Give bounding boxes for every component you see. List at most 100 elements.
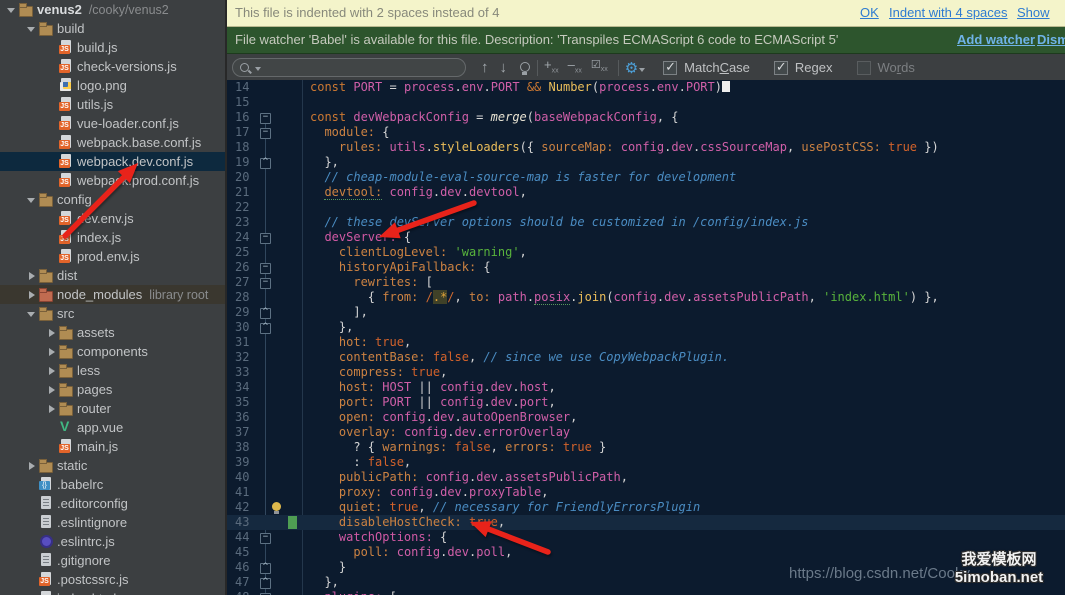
code-line[interactable]: 33 compress: true, [227, 365, 1065, 380]
chevron-right-icon[interactable] [24, 288, 38, 302]
fold-close-icon[interactable]: ^ [260, 323, 271, 334]
code-line[interactable]: 34 host: HOST || config.dev.host, [227, 380, 1065, 395]
tree-item-index-js[interactable]: index.js [0, 228, 225, 247]
code-line[interactable]: 19 ^ }, [227, 155, 1065, 170]
tree-item-build-js[interactable]: build.js [0, 38, 225, 57]
watcher-banner-link-dismiss[interactable]: Dismiss [1037, 27, 1065, 52]
tree-item--babelrc[interactable]: .babelrc [0, 475, 225, 494]
code-line[interactable]: 35 port: PORT || config.dev.port, [227, 395, 1065, 410]
indent-banner-link-show[interactable]: Show [1017, 0, 1050, 25]
indent-banner-link-indent-with-4-spaces[interactable]: Indent with 4 spaces [889, 0, 1008, 25]
code-line[interactable]: 40 publicPath: config.dev.assetsPublicPa… [227, 470, 1065, 485]
fold-open-icon[interactable]: − [260, 233, 271, 244]
tree-item-dist[interactable]: dist [0, 266, 225, 285]
chevron-down-icon[interactable] [4, 3, 18, 17]
code-line[interactable]: 29 ^ ], [227, 305, 1065, 320]
code-line[interactable]: 37 overlay: config.dev.errorOverlay [227, 425, 1065, 440]
chevron-right-icon[interactable] [24, 269, 38, 283]
fold-close-icon[interactable]: ^ [260, 578, 271, 589]
code-line[interactable]: 32 contentBase: false, // since we use C… [227, 350, 1065, 365]
tree-item--postcssrc-js[interactable]: .postcssrc.js [0, 570, 225, 589]
chevron-down-icon[interactable] [24, 22, 38, 36]
tree-item-static[interactable]: static [0, 456, 225, 475]
intention-bulb-icon[interactable] [272, 502, 281, 514]
chevron-right-icon[interactable] [44, 402, 58, 416]
tree-item-prod-env-js[interactable]: prod.env.js [0, 247, 225, 266]
code-line[interactable]: 48− plugins: [ [227, 590, 1065, 595]
fold-close-icon[interactable]: ^ [260, 563, 271, 574]
tree-item--gitignore[interactable]: .gitignore [0, 551, 225, 570]
tree-item-src[interactable]: src [0, 304, 225, 323]
fold-close-icon[interactable]: ^ [260, 308, 271, 319]
tree-item-assets[interactable]: assets [0, 323, 225, 342]
tree-item-webpack-base-conf-js[interactable]: webpack.base.conf.js [0, 133, 225, 152]
fold-open-icon[interactable]: − [260, 113, 271, 124]
code-line[interactable]: 18 rules: utils.styleLoaders({ sourceMap… [227, 140, 1065, 155]
tree-item-webpack-prod-conf-js[interactable]: webpack.prod.conf.js [0, 171, 225, 190]
code-line[interactable]: 17− module: { [227, 125, 1065, 140]
tree-item--eslintrc-js[interactable]: .eslintrc.js [0, 532, 225, 551]
highlight-all-icon[interactable] [518, 61, 531, 75]
code-line[interactable]: 27− rewrites: [ [227, 275, 1065, 290]
previous-occurrence-icon[interactable]: ↑ [481, 60, 489, 75]
tree-item-webpack-dev-conf-js[interactable]: webpack.dev.conf.js [0, 152, 225, 171]
checkbox-icon[interactable] [856, 60, 871, 75]
toggle-words[interactable]: Wo r ds [856, 60, 915, 75]
code-line[interactable]: 21 devtool: config.dev.devtool, [227, 185, 1065, 200]
remove-selection-icon[interactable]: –xx [568, 57, 582, 79]
code-line[interactable]: 22 [227, 200, 1065, 215]
tree-item-check-versions-js[interactable]: check-versions.js [0, 57, 225, 76]
tree-item--eslintignore[interactable]: .eslintignore [0, 513, 225, 532]
search-history-chevron-icon[interactable] [255, 67, 261, 74]
fold-open-icon[interactable]: − [260, 263, 271, 274]
code-line[interactable]: 44− watchOptions: { [227, 530, 1065, 545]
fold-open-icon[interactable]: − [260, 533, 271, 544]
code-line[interactable]: 26− historyApiFallback: { [227, 260, 1065, 275]
code-line[interactable]: 36 open: config.dev.autoOpenBrowser, [227, 410, 1065, 425]
code-line[interactable]: 25 clientLogLevel: 'warning', [227, 245, 1065, 260]
tree-item-pages[interactable]: pages [0, 380, 225, 399]
indent-banner-link-ok[interactable]: OK [860, 0, 879, 25]
toggle-match-case[interactable]: Match Case [663, 59, 750, 75]
checkbox-icon[interactable] [773, 59, 788, 75]
code-line[interactable]: 28 { from: /.*/, to: path.posix.join(con… [227, 290, 1065, 305]
tree-item-main-js[interactable]: main.js [0, 437, 225, 456]
chevron-right-icon[interactable] [44, 345, 58, 359]
tree-item-utils-js[interactable]: utils.js [0, 95, 225, 114]
code-line[interactable]: 30 ^ }, [227, 320, 1065, 335]
tree-item-index-html[interactable]: index.html [0, 589, 225, 595]
add-selection-icon[interactable]: +xx [544, 57, 559, 79]
chevron-right-icon[interactable] [24, 459, 38, 473]
chevron-right-icon[interactable] [44, 383, 58, 397]
checkbox-icon[interactable] [663, 59, 678, 75]
search-input[interactable] [232, 58, 466, 77]
code-line[interactable]: 38 ? { warnings: false, errors: true } [227, 440, 1065, 455]
code-line[interactable]: 16− const devWebpackConfig = merge(baseWe… [227, 110, 1065, 125]
code-line[interactable]: 31 hot: true, [227, 335, 1065, 350]
chevron-down-icon[interactable] [24, 193, 38, 207]
code-line[interactable]: 23 // these devServer options should be … [227, 215, 1065, 230]
tree-item-config[interactable]: config [0, 190, 225, 209]
select-all-occurrences-icon[interactable]: ☑xx [591, 58, 608, 77]
fold-close-icon[interactable]: ^ [260, 158, 271, 169]
chevron-right-icon[interactable] [44, 326, 58, 340]
tree-item-app-vue[interactable]: app.vue [0, 418, 225, 437]
tree-item-dev-env-js[interactable]: dev.env.js [0, 209, 225, 228]
search-settings-gear-icon[interactable]: ⚙ [625, 59, 638, 77]
toggle-regex[interactable]: Regex [773, 59, 833, 75]
code-line[interactable]: 43 disableHostCheck: true, [227, 515, 1065, 530]
code-line[interactable]: 39 : false, [227, 455, 1065, 470]
code-line[interactable]: 20 // cheap-module-eval-source-map is fa… [227, 170, 1065, 185]
chevron-down-icon[interactable] [24, 307, 38, 321]
tree-item-components[interactable]: components [0, 342, 225, 361]
tree-item--editorconfig[interactable]: .editorconfig [0, 494, 225, 513]
tree-item-venus2[interactable]: venus2/cooky/venus2 [0, 0, 225, 19]
code-editor[interactable]: 14 const PORT = process.env.PORT && Numbe… [227, 80, 1065, 595]
code-line[interactable]: 14 const PORT = process.env.PORT && Numbe… [227, 80, 1065, 95]
code-line[interactable]: 41 proxy: config.dev.proxyTable, [227, 485, 1065, 500]
code-line[interactable]: 15 [227, 95, 1065, 110]
tree-item-node-modules[interactable]: node_modules library root [0, 285, 225, 304]
tree-item-logo-png[interactable]: logo.png [0, 76, 225, 95]
tree-item-router[interactable]: router [0, 399, 225, 418]
fold-open-icon[interactable]: − [260, 278, 271, 289]
